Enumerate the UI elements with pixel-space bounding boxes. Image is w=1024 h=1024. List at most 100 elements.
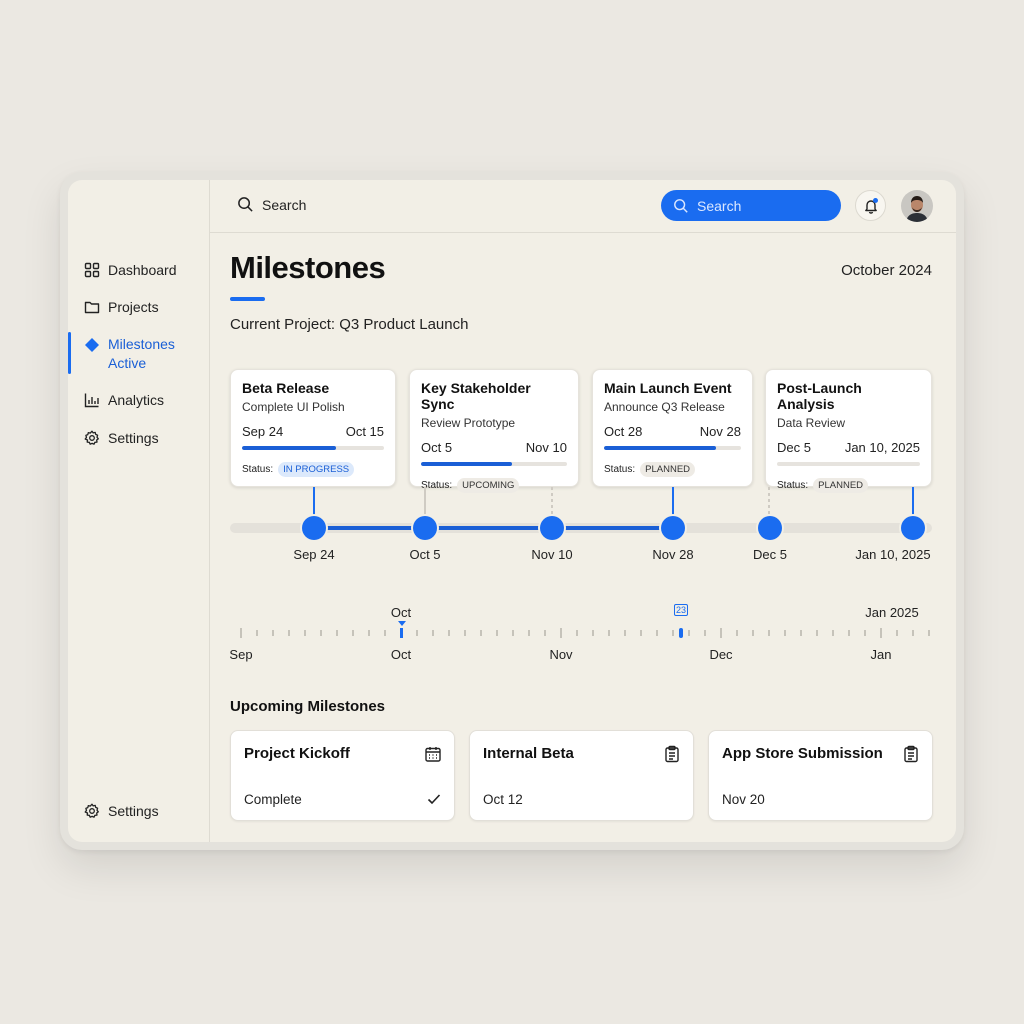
current-project: Current Project: Q3 Product Launch	[230, 316, 469, 333]
milestone-subtitle: Announce Q3 Release	[604, 400, 725, 414]
search-field[interactable]: Search	[237, 196, 306, 213]
timeline-segment	[313, 526, 425, 530]
timeline-connector	[912, 487, 914, 519]
status-badge: PLANNED	[813, 478, 869, 493]
date-ruler[interactable]	[228, 600, 938, 640]
upcoming-title: Project Kickoff	[244, 745, 350, 762]
sidebar-footer-settings[interactable]: Settings	[84, 800, 159, 822]
title-underline	[230, 297, 265, 301]
upcoming-card-app-store-submission[interactable]: App Store Submission Nov 20	[708, 730, 933, 821]
top-bar: Search Search	[209, 180, 956, 233]
timeline-node-label: Nov 10	[531, 547, 573, 562]
timeline-node[interactable]	[540, 516, 564, 540]
timeline-node-label: Nov 28	[652, 547, 694, 562]
search-label: Search	[262, 196, 307, 213]
milestone-title: Beta Release	[242, 380, 330, 396]
avatar[interactable]	[901, 190, 933, 222]
status-badge: UPCOMING	[457, 478, 520, 493]
diamond-icon	[85, 338, 99, 352]
timeline-segment	[425, 526, 552, 530]
status-label: Status:	[604, 464, 636, 475]
active-indicator	[68, 332, 71, 374]
sidebar: Dashboard Projects Milestones Active Ana…	[68, 180, 210, 842]
timeline-connector	[551, 487, 553, 519]
upcoming-card-project-kickoff[interactable]: Project Kickoff Complete	[230, 730, 455, 821]
sidebar-item-settings[interactable]: Settings	[84, 427, 159, 449]
upcoming-value: Nov 20	[722, 792, 765, 807]
current-date: October 2024	[841, 262, 932, 279]
timeline-node[interactable]	[302, 516, 326, 540]
sidebar-item-label: Dashboard	[108, 262, 177, 278]
timeline-node[interactable]	[758, 516, 782, 540]
milestone-card-stakeholder-sync[interactable]: Key Stakeholder Sync Review Prototype Oc…	[409, 369, 579, 493]
milestone-progress	[421, 462, 567, 466]
sidebar-item-label: Milestones	[108, 336, 175, 352]
checkmark-icon	[427, 794, 441, 805]
timeline-node[interactable]	[901, 516, 925, 540]
search-pill-label: Search	[697, 197, 742, 214]
calendar-icon	[425, 747, 441, 762]
grid-icon	[84, 262, 100, 278]
search-icon	[238, 197, 253, 212]
upcoming-heading: Upcoming Milestones	[230, 698, 386, 715]
ruler-month-dec: Dec	[709, 647, 733, 662]
milestone-card-beta-release[interactable]: Beta Release Complete UI Polish Sep 24 O…	[230, 369, 396, 487]
progress-fill	[604, 446, 717, 450]
milestone-start: Dec 5	[777, 440, 811, 455]
milestone-progress	[242, 446, 384, 450]
milestone-end: Nov 10	[525, 440, 567, 455]
timeline-node-label: Oct 5	[409, 547, 441, 562]
status-label: Status:	[242, 464, 274, 475]
milestone-start: Oct 28	[604, 424, 643, 439]
timeline-node[interactable]	[413, 516, 437, 540]
clipboard-icon	[665, 745, 679, 763]
progress-fill	[242, 446, 336, 450]
milestone-title: Post-Launch Analysis	[777, 380, 862, 412]
milestone-subtitle: Data Review	[777, 416, 846, 430]
sidebar-item-analytics[interactable]: Analytics	[84, 389, 164, 411]
search-icon	[674, 198, 688, 213]
clipboard-icon	[904, 745, 918, 763]
milestone-card-main-launch[interactable]: Main Launch Event Announce Q3 Release Oc…	[592, 369, 753, 487]
sidebar-item-label: Settings	[108, 803, 159, 819]
sidebar-item-label: Projects	[108, 299, 159, 315]
timeline-node[interactable]	[661, 516, 685, 540]
milestone-end: Nov 28	[699, 424, 741, 439]
sidebar-item-dashboard[interactable]: Dashboard	[84, 259, 177, 281]
timeline-connector	[768, 487, 770, 519]
search-button[interactable]: Search	[661, 190, 841, 221]
timeline-connector	[313, 487, 315, 519]
milestone-title: Key Stakeholder Sync	[421, 380, 531, 412]
milestone-card-post-launch[interactable]: Post-Launch Analysis Data Review Dec 5 J…	[765, 369, 932, 493]
timeline-node-label: Jan 10, 2025	[855, 547, 931, 562]
timeline-connector	[424, 487, 426, 519]
milestone-start: Sep 24	[242, 424, 284, 439]
folder-icon	[84, 301, 100, 314]
app-window: Dashboard Projects Milestones Active Ana…	[68, 180, 956, 842]
milestone-subtitle: Review Prototype	[421, 416, 516, 430]
milestone-subtitle: Complete UI Polish	[242, 400, 345, 414]
gear-icon	[84, 430, 99, 445]
milestone-progress	[604, 446, 741, 450]
avatar-image	[901, 190, 933, 222]
upcoming-card-internal-beta[interactable]: Internal Beta Oct 12	[469, 730, 694, 821]
gear-icon	[84, 803, 99, 818]
milestone-start: Oct 5	[421, 440, 453, 455]
sidebar-item-projects[interactable]: Projects	[84, 296, 159, 318]
ruler-month-oct: Oct	[390, 647, 412, 662]
milestone-end: Jan 10, 2025	[844, 440, 920, 455]
notification-dot	[873, 198, 878, 203]
timeline-segment	[552, 526, 673, 530]
upcoming-value: Oct 12	[483, 792, 523, 807]
upcoming-title: Internal Beta	[483, 745, 574, 762]
ruler-month-sep: Sep	[229, 647, 253, 662]
timeline-connector	[672, 487, 674, 519]
timeline-node-label: Sep 24	[293, 547, 335, 562]
ruler-month-nov: Nov	[549, 647, 573, 662]
status-badge: PLANNED	[640, 462, 696, 477]
upcoming-value: Complete	[244, 792, 302, 807]
sidebar-item-milestones[interactable]: Milestones Active	[84, 335, 175, 375]
sidebar-item-label: Analytics	[108, 392, 165, 408]
notifications-button[interactable]	[855, 190, 886, 221]
status-badge: IN PROGRESS	[278, 462, 355, 477]
